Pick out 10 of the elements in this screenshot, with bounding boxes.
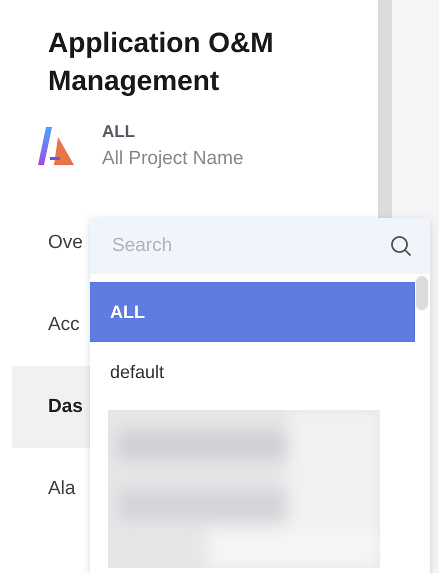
search-icon <box>390 235 412 257</box>
dropdown-option[interactable]: ALL <box>90 282 415 342</box>
search-field[interactable]: Search <box>110 234 390 258</box>
logo-icon <box>38 127 74 165</box>
app-title: Application O&M Management <box>48 26 275 98</box>
dropdown-option[interactable]: default <box>90 342 415 402</box>
search-bar[interactable]: Search <box>90 218 430 274</box>
scrollbar-thumb[interactable] <box>416 276 428 310</box>
project-name: ALL <box>102 122 136 142</box>
project-subtitle: All Project Name <box>102 148 244 170</box>
